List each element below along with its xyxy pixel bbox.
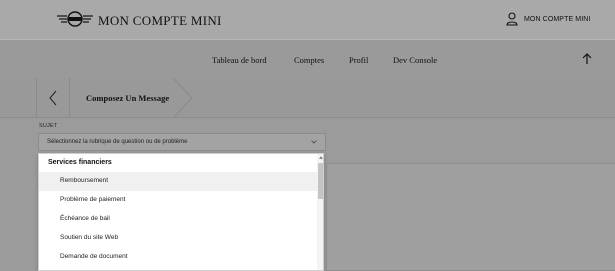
nav-item-comptes[interactable]: Comptes [294,55,324,65]
dropdown-option-label: Demande de document [60,253,128,260]
dropdown-option-label: Soutien du site Web [60,234,119,241]
dropdown-option-echeance-bail[interactable]: Échéance de bail [39,210,317,229]
dropdown-option-probleme-paiement[interactable]: Problème de paiement [39,191,317,210]
subject-dropdown: Services financiers Remboursement Problè… [38,153,324,271]
main-nav: Tableau de bord Comptes Profil Dev Conso… [0,40,615,78]
scroll-up-arrow-icon[interactable] [319,156,323,159]
brand-title: MON COMPTE MINI [98,13,222,28]
dropdown-option-remboursement[interactable]: Remboursement [39,172,317,191]
nav-item-tableau-de-bord[interactable]: Tableau de bord [212,55,267,65]
subject-label: SUJET [39,123,58,129]
dropdown-option-label: Échéance de bail [60,215,110,222]
dropdown-scrollbar[interactable] [317,154,323,270]
chevron-left-icon [49,90,57,106]
dropdown-option-soutien-site[interactable]: Soutien du site Web [39,229,317,248]
scrollbar-thumb[interactable] [318,163,323,199]
breadcrumb-current: Composez Un Message [70,78,194,118]
page-title: Composez Un Message [86,93,170,103]
dropdown-option-label: Remboursement [60,177,109,184]
subject-select-value: Sélectionnez la rubrique de question ou … [47,139,188,145]
back-button[interactable] [36,78,70,118]
breadcrumb: Composez Un Message [0,78,615,118]
nav-item-profil[interactable]: Profil [349,55,368,65]
dropdown-option-demande-document[interactable]: Demande de document [39,248,317,267]
subject-select[interactable]: Sélectionnez la rubrique de question ou … [38,133,326,151]
account-label: MON COMPTE MINI [524,15,591,23]
dropdown-group-header: Services financiers [48,159,112,166]
nav-item-dev-console[interactable]: Dev Console [393,55,437,65]
user-icon [506,12,518,26]
arrow-up-icon[interactable] [580,52,594,66]
message-textarea[interactable] [326,163,615,271]
account-menu[interactable]: MON COMPTE MINI [506,12,590,26]
top-bar: MON COMPTE MINI MON COMPTE MINI [0,0,615,40]
mini-logo-icon[interactable] [57,11,93,27]
chevron-down-icon [311,140,317,144]
dropdown-option-label: Problème de paiement [60,196,126,203]
breadcrumb-arrow [172,78,193,118]
